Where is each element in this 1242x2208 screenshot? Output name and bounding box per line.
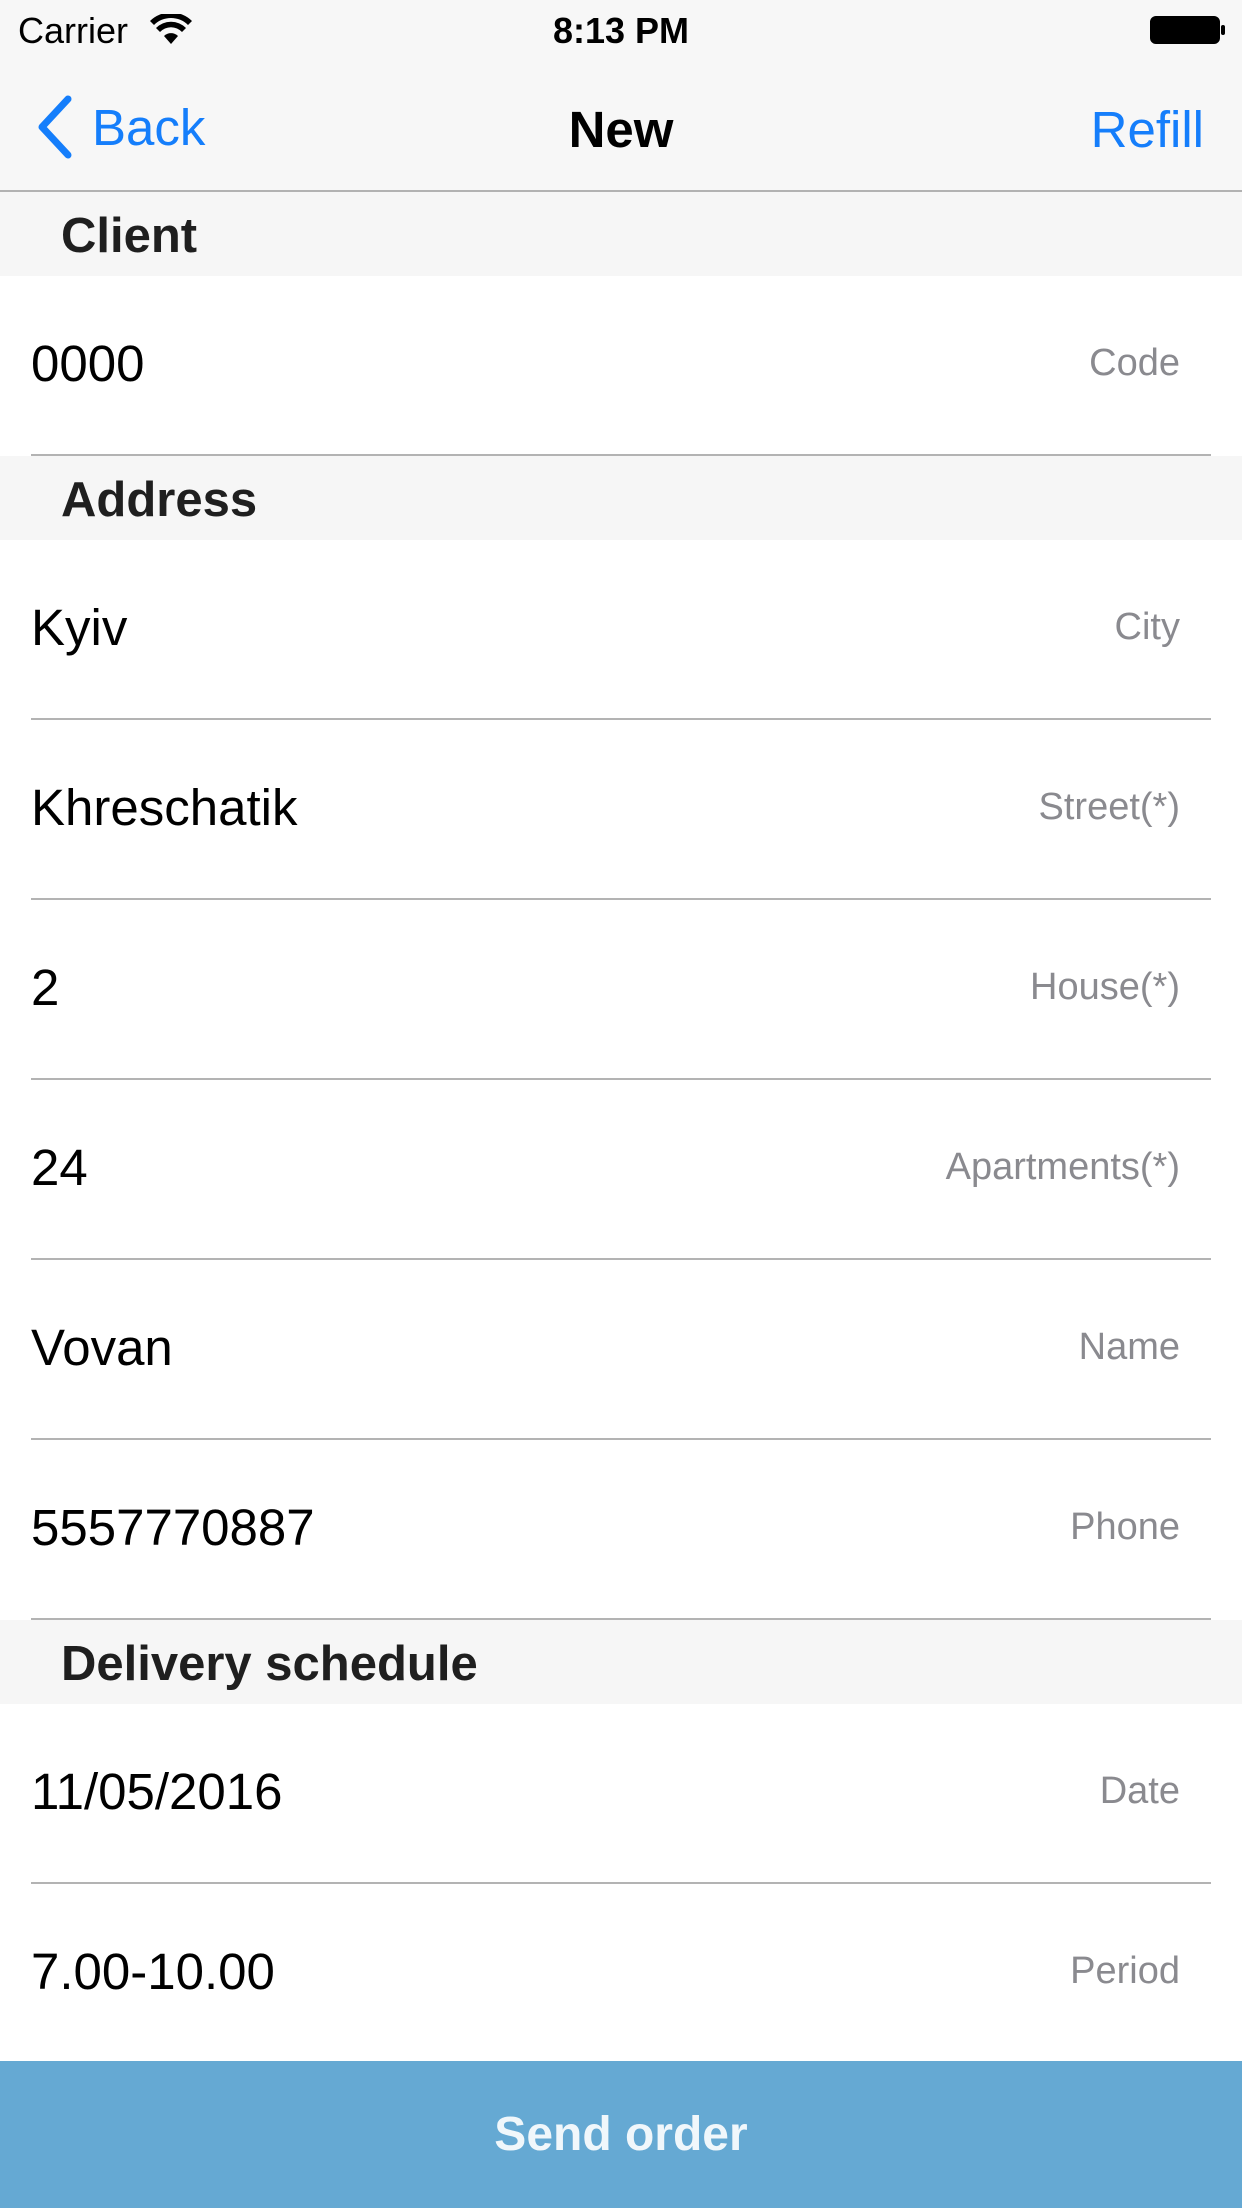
period-label: Period — [1070, 1950, 1180, 1992]
phone-label: Phone — [1070, 1506, 1180, 1548]
street-value: Khreschatik — [31, 779, 298, 836]
period-field[interactable]: 7.00-10.00 Period — [0, 1884, 1242, 2064]
code-value: 0000 — [31, 335, 145, 392]
navigation-bar: Back New Refill — [0, 60, 1242, 192]
city-field[interactable]: Kyiv City — [0, 540, 1242, 720]
section-title-address: Address — [61, 473, 258, 527]
code-label: Code — [1089, 342, 1180, 384]
apartments-field[interactable]: 24 Apartments(*) — [0, 1080, 1242, 1260]
city-label: City — [1114, 606, 1180, 648]
battery-icon — [1150, 16, 1225, 44]
date-field[interactable]: 11/05/2016 Date — [0, 1704, 1242, 1884]
name-field[interactable]: Vovan Name — [0, 1260, 1242, 1440]
name-label: Name — [1078, 1326, 1180, 1368]
house-label: House(*) — [1030, 966, 1180, 1008]
clock-time: 8:13 PM — [552, 10, 690, 51]
date-value: 11/05/2016 — [31, 1763, 283, 1820]
house-value: 2 — [31, 959, 60, 1016]
code-field[interactable]: 0000 Code — [0, 276, 1242, 456]
section-header-delivery: Delivery schedule — [0, 1620, 1242, 1704]
name-value: Vovan — [31, 1319, 173, 1376]
section-title-delivery: Delivery schedule — [61, 1637, 478, 1691]
section-header-client: Client — [0, 192, 1242, 276]
page-title: New — [568, 101, 674, 158]
phone-value: 5557770887 — [31, 1499, 315, 1556]
status-bar: Carrier 8:13 PM — [0, 0, 1242, 60]
city-value: Kyiv — [31, 599, 128, 656]
apartments-label: Apartments(*) — [945, 1146, 1180, 1188]
street-field[interactable]: Khreschatik Street(*) — [0, 720, 1242, 900]
section-header-address: Address — [0, 456, 1242, 540]
apartments-value: 24 — [31, 1139, 88, 1196]
section-title-client: Client — [61, 209, 198, 263]
send-order-button[interactable]: Send order — [0, 2061, 1242, 2208]
date-label: Date — [1099, 1770, 1180, 1812]
phone-field[interactable]: 5557770887 Phone — [0, 1440, 1242, 1620]
house-field[interactable]: 2 House(*) — [0, 900, 1242, 1080]
refill-button[interactable]: Refill — [1091, 100, 1204, 159]
period-value: 7.00-10.00 — [31, 1943, 275, 2000]
street-label: Street(*) — [1038, 786, 1180, 828]
